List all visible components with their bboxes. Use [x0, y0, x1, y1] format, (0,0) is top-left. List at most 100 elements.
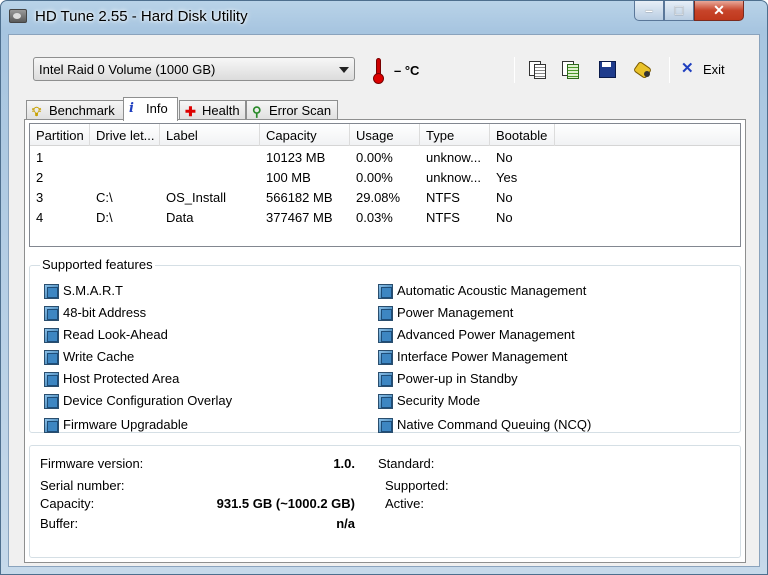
tab-error-scan[interactable]: ⚲ Error Scan [246, 100, 338, 120]
feature-item: Read Look-Ahead [44, 326, 168, 344]
checkbox-icon [378, 418, 393, 433]
usage-cell: 0.03% [356, 210, 393, 225]
minimize-button[interactable]: – [634, 1, 664, 21]
magnifier-icon: ⚲ [252, 104, 262, 119]
maximize-icon: □ [674, 2, 684, 18]
checkbox-icon [378, 306, 393, 321]
feature-item: Device Configuration Overlay [44, 392, 232, 410]
column-header-usage[interactable]: Usage [350, 124, 420, 146]
tab-benchmark[interactable]: 💡︎ Benchmark [26, 100, 124, 120]
table-row[interactable]: 2 100 MB 0.00% unknow... Yes [30, 168, 740, 188]
checkbox-icon [44, 306, 59, 321]
close-icon: ✕ [713, 2, 725, 18]
feature-item: Power-up in Standby [378, 370, 518, 388]
checkbox-icon [378, 350, 393, 365]
checkbox-icon [44, 284, 59, 299]
feature-item: Automatic Acoustic Management [378, 282, 586, 300]
table-row[interactable]: 3 C:\ OS_Install 566182 MB 29.08% NTFS N… [30, 188, 740, 208]
feature-item: Advanced Power Management [378, 326, 575, 344]
partition-cell: 4 [36, 210, 44, 225]
checkbox-icon [44, 350, 59, 365]
exit-button[interactable]: ✕ Exit [679, 59, 739, 79]
feature-item: 48-bit Address [44, 304, 146, 322]
info-icon: i [129, 101, 134, 116]
thermometer-icon [373, 58, 385, 84]
buffer-value: n/a [336, 516, 355, 531]
supported-label: Supported: [385, 478, 449, 493]
bootable-cell: No [496, 210, 513, 225]
checkbox-icon [44, 418, 59, 433]
capacity-cell: 377467 MB [266, 210, 333, 225]
supported-features-group: Supported features S.M.A.R.T 48-bit Addr… [29, 257, 741, 434]
active-label: Active: [385, 496, 425, 511]
label-cell: Data [166, 210, 194, 225]
feature-item: S.M.A.R.T [44, 282, 123, 300]
checkbox-icon [378, 394, 393, 409]
bootable-cell: No [496, 190, 513, 205]
firmware-label: Firmware version: [40, 456, 144, 471]
table-row[interactable]: 4 D:\ Data 377467 MB 0.03% NTFS No [30, 208, 740, 228]
column-header-capacity[interactable]: Capacity [260, 124, 350, 146]
minimize-icon: – [645, 2, 653, 18]
feature-item: Security Mode [378, 392, 480, 410]
copy-screenshot-icon[interactable] [560, 59, 580, 79]
table-row[interactable]: 1 10123 MB 0.00% unknow... No [30, 148, 740, 168]
serial-label: Serial number: [40, 478, 125, 493]
bootable-cell: Yes [496, 170, 518, 185]
capacity-cell: 100 MB [266, 170, 311, 185]
tab-label: Health [202, 103, 240, 118]
capacity-cell: 566182 MB [266, 190, 333, 205]
checkbox-icon [44, 372, 59, 387]
supported-features-title: Supported features [40, 257, 155, 272]
type-cell: NTFS [426, 190, 460, 205]
client-area: Intel Raid 0 Volume (1000 GB) – °C ✕ Exi… [8, 34, 760, 567]
tab-label: Info [146, 101, 168, 116]
capacity-value: 931.5 GB (~1000.2 GB) [216, 496, 355, 511]
exit-icon: ✕ [681, 60, 694, 77]
feature-item: Power Management [378, 304, 513, 322]
partition-list-header: Partition Drive let... Label Capacity Us… [30, 124, 740, 146]
bootable-cell: No [496, 150, 513, 165]
chevron-down-icon [339, 67, 349, 73]
partition-cell: 1 [36, 150, 44, 165]
close-button[interactable]: ✕ [694, 1, 744, 21]
column-header-partition[interactable]: Partition [30, 124, 90, 146]
copy-text-icon[interactable] [527, 59, 547, 79]
usage-cell: 0.00% [356, 150, 393, 165]
maximize-button[interactable]: □ [664, 1, 694, 21]
feature-item: Write Cache [44, 348, 134, 366]
drive-select-value: Intel Raid 0 Volume (1000 GB) [39, 62, 216, 77]
usage-cell: 0.00% [356, 170, 393, 185]
tab-health[interactable]: ✚ Health [179, 100, 246, 120]
options-icon[interactable] [632, 59, 652, 79]
column-header-drive-letter[interactable]: Drive let... [90, 124, 160, 146]
drive-details-group: Firmware version: 1.0. Serial number: Ca… [29, 445, 741, 558]
feature-item: Firmware Upgradable [44, 416, 188, 434]
checkbox-icon [378, 372, 393, 387]
hard-disk-icon [9, 9, 27, 23]
drive-letter-cell: C:\ [96, 190, 113, 205]
toolbar-separator [514, 57, 515, 83]
title-bar[interactable]: HD Tune 2.55 - Hard Disk Utility – □ ✕ [1, 1, 767, 33]
checkbox-icon [44, 394, 59, 409]
window-title: HD Tune 2.55 - Hard Disk Utility [35, 8, 248, 25]
partition-cell: 2 [36, 170, 44, 185]
capacity-label: Capacity: [40, 496, 95, 511]
partition-cell: 3 [36, 190, 44, 205]
column-header-bootable[interactable]: Bootable [490, 124, 555, 146]
app-window: HD Tune 2.55 - Hard Disk Utility – □ ✕ I… [0, 0, 768, 575]
toolbar-separator [669, 57, 670, 83]
checkbox-icon [44, 328, 59, 343]
column-header-label[interactable]: Label [160, 124, 260, 146]
drive-select[interactable]: Intel Raid 0 Volume (1000 GB) [33, 57, 355, 81]
save-icon[interactable] [597, 59, 617, 79]
partition-list[interactable]: Partition Drive let... Label Capacity Us… [29, 123, 741, 247]
type-cell: NTFS [426, 210, 460, 225]
checkbox-icon [378, 328, 393, 343]
tab-info[interactable]: i Info [123, 97, 178, 121]
feature-item: Interface Power Management [378, 348, 568, 366]
column-header-type[interactable]: Type [420, 124, 490, 146]
tab-label: Benchmark [49, 103, 115, 118]
info-panel: Partition Drive let... Label Capacity Us… [24, 119, 746, 563]
capacity-cell: 10123 MB [266, 150, 326, 165]
